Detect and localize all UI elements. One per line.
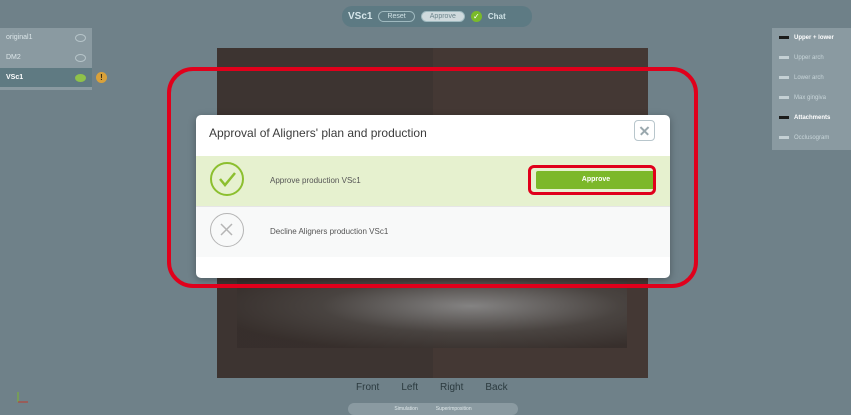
eye-icon[interactable] [75, 54, 86, 62]
view-direction-nav: Front Left Right Back [356, 382, 516, 396]
warning-icon[interactable]: ! [96, 72, 107, 83]
approve-button-highlight [528, 165, 656, 195]
teeth-render [237, 278, 627, 348]
view-label: Lower arch [794, 75, 824, 81]
view-label: Upper + lower [794, 35, 834, 41]
view-back-button[interactable]: Back [485, 382, 507, 396]
view-label: Occlusogram [794, 135, 830, 141]
scenario-label: original1 [6, 34, 33, 41]
view-gingiva[interactable]: Max gingiva [772, 88, 851, 108]
chat-button[interactable]: Chat [488, 12, 506, 21]
eye-icon[interactable] [75, 34, 86, 42]
gingiva-icon [779, 96, 789, 99]
axes-icon [17, 392, 28, 403]
view-right-button[interactable]: Right [440, 382, 463, 396]
tab-simulation[interactable]: Simulation [394, 406, 417, 412]
view-label: Attachments [794, 115, 831, 121]
scenario-list: original1 DM2 VSc1 [0, 28, 92, 90]
reset-button[interactable]: Reset [378, 11, 415, 22]
view-left-button[interactable]: Left [401, 382, 418, 396]
scenario-item-vsc1[interactable]: VSc1 [0, 68, 92, 87]
occlusogram-icon [779, 136, 789, 139]
view-front-button[interactable]: Front [356, 382, 379, 396]
upper-arch-icon [779, 56, 789, 59]
approve-tab-button[interactable]: Approve [420, 11, 465, 22]
upper-lower-icon [779, 36, 789, 39]
view-label: Upper arch [794, 55, 824, 61]
lower-arch-icon [779, 76, 789, 79]
view-attachments[interactable]: Attachments [772, 108, 851, 128]
tab-superimposition[interactable]: Superimposition [436, 406, 472, 412]
view-upper-arch[interactable]: Upper arch [772, 48, 851, 68]
scenario-label: DM2 [6, 54, 21, 61]
mode-tabs: Simulation Superimposition [348, 403, 518, 415]
view-upper-lower[interactable]: Upper + lower [772, 28, 851, 48]
top-bar: VSc1 Reset Approve ✓ Chat [342, 6, 532, 27]
attachments-icon [779, 116, 789, 119]
check-circle-icon: ✓ [470, 11, 482, 22]
scenario-item-dm2[interactable]: DM2 [0, 48, 92, 67]
eye-icon[interactable] [75, 74, 86, 82]
view-occlusogram[interactable]: Occlusogram [772, 128, 851, 148]
view-lower-arch[interactable]: Lower arch [772, 68, 851, 88]
view-options-panel: Upper + lower Upper arch Lower arch Max … [772, 28, 851, 150]
view-label: Max gingiva [794, 95, 827, 101]
scenario-label: VSc1 [6, 74, 24, 81]
scenario-item-original1[interactable]: original1 [0, 28, 92, 47]
scenario-title: VSc1 [348, 11, 373, 22]
